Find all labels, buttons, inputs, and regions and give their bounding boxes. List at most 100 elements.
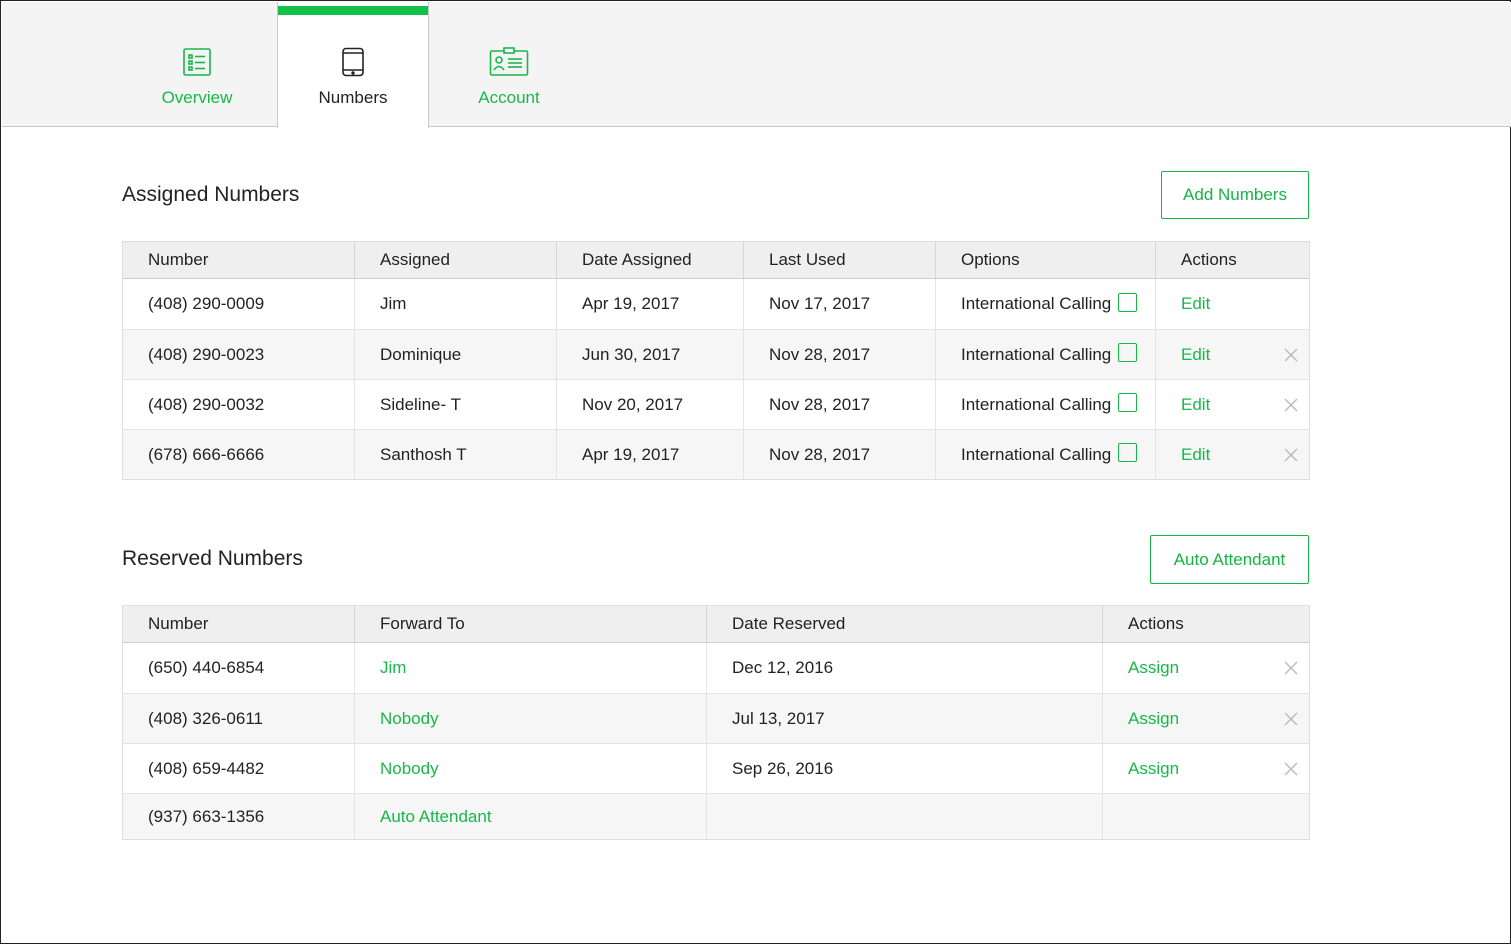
id-card-icon xyxy=(489,45,529,79)
assigned-numbers-table: Number Assigned Date Assigned Last Used … xyxy=(122,241,1310,480)
option-label: International Calling xyxy=(961,394,1112,414)
options-cell: International Calling xyxy=(935,330,1155,379)
date-assigned-cell: Nov 20, 2017 xyxy=(556,380,743,429)
column-header-number: Number xyxy=(148,250,209,269)
table-row: (408) 290-0032 Sideline- T Nov 20, 2017 Nov… xyxy=(123,379,1309,429)
forward-to-cell: Auto Attendant xyxy=(354,794,706,839)
assigned-name: Dominique xyxy=(380,344,462,364)
forward-to-link[interactable]: Nobody xyxy=(380,709,439,729)
edit-link[interactable]: Edit xyxy=(1181,445,1210,465)
column-header-forward-to: Forward To xyxy=(354,606,706,642)
option-label: International Calling xyxy=(961,444,1112,464)
last-used-cell: Nov 28, 2017 xyxy=(743,430,935,479)
table-row: (408) 326-0611 Nobody Jul 13, 2017 Assign xyxy=(123,693,1309,743)
options-cell: International Calling xyxy=(935,279,1155,329)
option-label: International Calling xyxy=(961,294,1112,313)
auto-attendant-button[interactable]: Auto Attendant xyxy=(1150,535,1309,584)
options-cell: International Calling xyxy=(935,430,1155,479)
tab-label: Overview xyxy=(161,88,233,107)
column-header-date-assigned: Date Assigned xyxy=(556,242,743,278)
international-calling-checkbox[interactable] xyxy=(1118,393,1138,412)
assigned-cell: Santhosh T xyxy=(354,430,556,479)
column-header-actions: Actions xyxy=(1102,606,1309,642)
table-row: (408) 290-0023 Dominique Jun 30, 2017 Nov 2… xyxy=(123,329,1309,379)
date-assigned-cell: Jun 30, 2017 xyxy=(556,330,743,379)
phone-icon xyxy=(333,45,373,79)
tab-account[interactable]: Account xyxy=(433,2,585,127)
date-reserved-cell: Dec 12, 2016 xyxy=(706,643,1102,693)
actions-cell: Assign xyxy=(1102,744,1309,793)
column-header-actions: Actions xyxy=(1155,242,1309,278)
close-icon[interactable] xyxy=(1283,347,1299,363)
column-header-date-reserved: Date Reserved xyxy=(706,606,1102,642)
edit-link[interactable]: Edit xyxy=(1181,294,1210,314)
assigned-cell: Sideline- T xyxy=(354,380,556,429)
forward-to-cell: Nobody xyxy=(354,694,706,743)
edit-link[interactable]: Edit xyxy=(1181,345,1210,365)
actions-cell: Edit xyxy=(1155,380,1309,429)
forward-to-link[interactable]: Jim xyxy=(380,658,406,678)
add-numbers-button[interactable]: Add Numbers xyxy=(1161,171,1309,219)
tab-label: Account xyxy=(478,88,540,107)
reserved-numbers-title: Reserved Numbers xyxy=(122,547,303,570)
number-cell: (408) 290-0009 xyxy=(148,294,265,313)
table-row: (408) 290-0009 Jim Apr 19, 2017 Nov 17, 201… xyxy=(123,279,1309,329)
reserved-numbers-body: (650) 440-6854 Jim Dec 12, 2016 Assign (408)… xyxy=(123,643,1309,839)
number-cell: (678) 666-6666 xyxy=(148,444,265,464)
number-cell: (408) 290-0032 xyxy=(148,394,265,414)
options-cell: International Calling xyxy=(935,380,1155,429)
tab-bar: Overview Numbers Account xyxy=(2,2,1511,128)
table-row: (937) 663-1356 Auto Attendant xyxy=(123,793,1309,839)
table-row: (650) 440-6854 Jim Dec 12, 2016 Assign xyxy=(123,643,1309,693)
table-header-row: Number Assigned Date Assigned Last Used … xyxy=(123,242,1309,279)
edit-link[interactable]: Edit xyxy=(1181,395,1210,415)
number-cell: (937) 663-1356 xyxy=(148,806,265,826)
assigned-name: Sideline- T xyxy=(380,394,461,414)
number-cell: (408) 326-0611 xyxy=(148,708,263,728)
tab-numbers[interactable]: Numbers xyxy=(277,2,429,128)
actions-cell: Assign xyxy=(1102,643,1309,693)
close-icon[interactable] xyxy=(1283,711,1299,727)
tab-label: Numbers xyxy=(318,88,388,107)
international-calling-checkbox[interactable] xyxy=(1118,443,1138,462)
column-header-number: Number xyxy=(148,614,209,633)
forward-to-cell: Jim xyxy=(354,643,706,693)
column-header-options: Options xyxy=(935,242,1155,278)
column-header-assigned: Assigned xyxy=(354,242,556,278)
assigned-name: Santhosh T xyxy=(380,444,467,464)
international-calling-checkbox[interactable] xyxy=(1118,292,1138,312)
number-cell: (650) 440-6854 xyxy=(148,658,265,677)
list-icon xyxy=(177,45,217,79)
table-row: (408) 659-4482 Nobody Sep 26, 2016 Assign xyxy=(123,743,1309,793)
forward-to-link[interactable]: Auto Attendant xyxy=(380,807,492,827)
actions-cell: Edit xyxy=(1155,430,1309,479)
table-header-row: Number Forward To Date Reserved Actions xyxy=(123,606,1309,643)
close-icon[interactable] xyxy=(1283,761,1299,777)
assign-link[interactable]: Assign xyxy=(1128,709,1179,729)
assigned-numbers-body: (408) 290-0009 Jim Apr 19, 2017 Nov 17, 201… xyxy=(123,279,1309,479)
assigned-cell: Jim xyxy=(354,279,556,329)
assign-link[interactable]: Assign xyxy=(1128,658,1179,678)
actions-cell xyxy=(1102,794,1309,839)
close-icon[interactable] xyxy=(1283,660,1299,676)
column-header-last-used: Last Used xyxy=(743,242,935,278)
last-used-cell: Nov 17, 2017 xyxy=(743,279,935,329)
option-label: International Calling xyxy=(961,344,1112,364)
assigned-numbers-title: Assigned Numbers xyxy=(122,183,300,206)
forward-to-link[interactable]: Nobody xyxy=(380,759,439,779)
actions-cell: Edit xyxy=(1155,279,1309,329)
tab-overview[interactable]: Overview xyxy=(121,2,273,127)
number-cell: (408) 659-4482 xyxy=(148,758,265,778)
close-icon[interactable] xyxy=(1283,447,1299,463)
date-assigned-cell: Apr 19, 2017 xyxy=(556,430,743,479)
assign-link[interactable]: Assign xyxy=(1128,759,1179,779)
actions-cell: Assign xyxy=(1102,694,1309,743)
international-calling-checkbox[interactable] xyxy=(1118,343,1138,362)
last-used-cell: Nov 28, 2017 xyxy=(743,380,935,429)
reserved-numbers-table: Number Forward To Date Reserved Actions … xyxy=(122,605,1310,840)
date-reserved-cell: Jul 13, 2017 xyxy=(706,694,1102,743)
active-tab-indicator xyxy=(278,6,428,15)
forward-to-cell: Nobody xyxy=(354,744,706,793)
close-icon[interactable] xyxy=(1283,397,1299,413)
actions-cell: Edit xyxy=(1155,330,1309,379)
